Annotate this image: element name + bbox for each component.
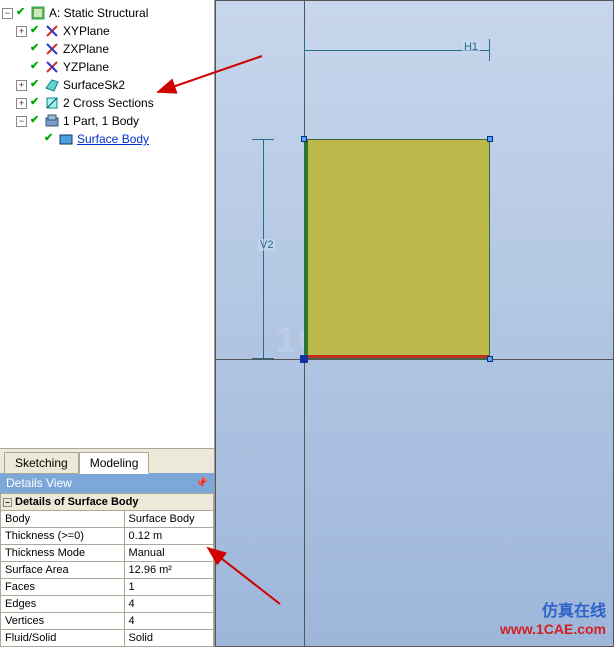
prop-verts-val: 4 xyxy=(124,613,213,630)
prop-verts-key: Vertices xyxy=(1,613,125,630)
prop-faces-val: 1 xyxy=(124,579,213,596)
prop-thickmode-key: Thickness Mode xyxy=(1,545,125,562)
pin-icon[interactable]: 📌 xyxy=(196,478,208,489)
expander-parts[interactable]: − xyxy=(16,116,27,127)
tree-item-yzplane[interactable]: YZPlane xyxy=(63,60,109,74)
edit-handle[interactable] xyxy=(487,136,493,142)
prop-thickmode-val[interactable]: Manual xyxy=(124,545,213,562)
check-icon xyxy=(29,25,42,38)
expander-xyplane[interactable]: + xyxy=(16,26,27,37)
tree-item-zxplane[interactable]: ZXPlane xyxy=(63,42,109,56)
dimension-v2-label: V2 xyxy=(258,239,275,251)
prop-area-key: Surface Area xyxy=(1,562,125,579)
origin-point[interactable] xyxy=(300,355,308,363)
tab-modeling[interactable]: Modeling xyxy=(79,452,150,474)
check-icon xyxy=(29,79,42,92)
plane-icon xyxy=(44,41,60,57)
prop-faces-key: Faces xyxy=(1,579,125,596)
static-structural-icon xyxy=(30,5,46,21)
tree-item-surfacesk2[interactable]: SurfaceSk2 xyxy=(63,78,125,92)
branding-cn: 仿真在线 xyxy=(500,597,606,621)
prop-fluidsolid-key: Fluid/Solid xyxy=(1,630,125,647)
tree-root-label[interactable]: A: Static Structural xyxy=(49,6,148,20)
part-icon xyxy=(44,113,60,129)
prop-thickness-key: Thickness (>=0) xyxy=(1,528,125,545)
check-icon xyxy=(29,97,42,110)
prop-edges-key: Edges xyxy=(1,596,125,613)
check-icon xyxy=(29,43,42,56)
tree-tabs: Sketching Modeling xyxy=(0,448,214,473)
axis-horizontal xyxy=(216,359,613,360)
prop-thickness-val[interactable]: 0.12 m xyxy=(124,528,213,545)
tree-item-xyplane[interactable]: XYPlane xyxy=(63,24,110,38)
plane-icon xyxy=(44,23,60,39)
details-table: −Details of Surface Body BodySurface Bod… xyxy=(0,493,214,647)
tree-item-surface-body[interactable]: Surface Body xyxy=(77,132,149,146)
dimension-h1[interactable]: H1 xyxy=(304,43,490,57)
tab-sketching[interactable]: Sketching xyxy=(4,452,79,474)
surface-icon xyxy=(44,77,60,93)
check-icon xyxy=(43,133,56,146)
model-tree[interactable]: − A: Static Structural + XYPlane xyxy=(0,0,214,228)
tree-item-parts[interactable]: 1 Part, 1 Body xyxy=(63,114,139,128)
check-icon xyxy=(29,61,42,74)
expander-root[interactable]: − xyxy=(2,8,13,19)
dimension-h1-label: H1 xyxy=(462,41,480,53)
check-icon xyxy=(29,115,42,128)
plane-icon xyxy=(44,59,60,75)
cross-section-icon xyxy=(44,95,60,111)
prop-fluidsolid-val[interactable]: Solid xyxy=(124,630,213,647)
edit-handle[interactable] xyxy=(487,356,493,362)
prop-body-val[interactable]: Surface Body xyxy=(124,511,213,528)
details-title: Details View xyxy=(6,476,72,490)
surface-body-icon xyxy=(58,131,74,147)
branding-url: www.1CAE.com xyxy=(500,621,606,637)
branding: 仿真在线 www.1CAE.com xyxy=(500,597,606,637)
surface-body-geometry[interactable] xyxy=(304,139,490,359)
prop-body-key: Body xyxy=(1,511,125,528)
dimension-v2[interactable]: V2 xyxy=(256,139,270,359)
expander-surfacesk[interactable]: + xyxy=(16,80,27,91)
prop-edges-val: 4 xyxy=(124,596,213,613)
prop-area-val: 12.96 m² xyxy=(124,562,213,579)
tree-item-crosssections[interactable]: 2 Cross Sections xyxy=(63,96,154,110)
expander-crosssec[interactable]: + xyxy=(16,98,27,109)
edit-handle[interactable] xyxy=(301,136,307,142)
details-section-header: Details of Surface Body xyxy=(15,496,138,508)
graphics-viewport[interactable]: 1CAE.COM H1 V2 xyxy=(215,0,614,647)
check-icon xyxy=(15,7,28,20)
details-header: Details View 📌 xyxy=(0,473,214,493)
